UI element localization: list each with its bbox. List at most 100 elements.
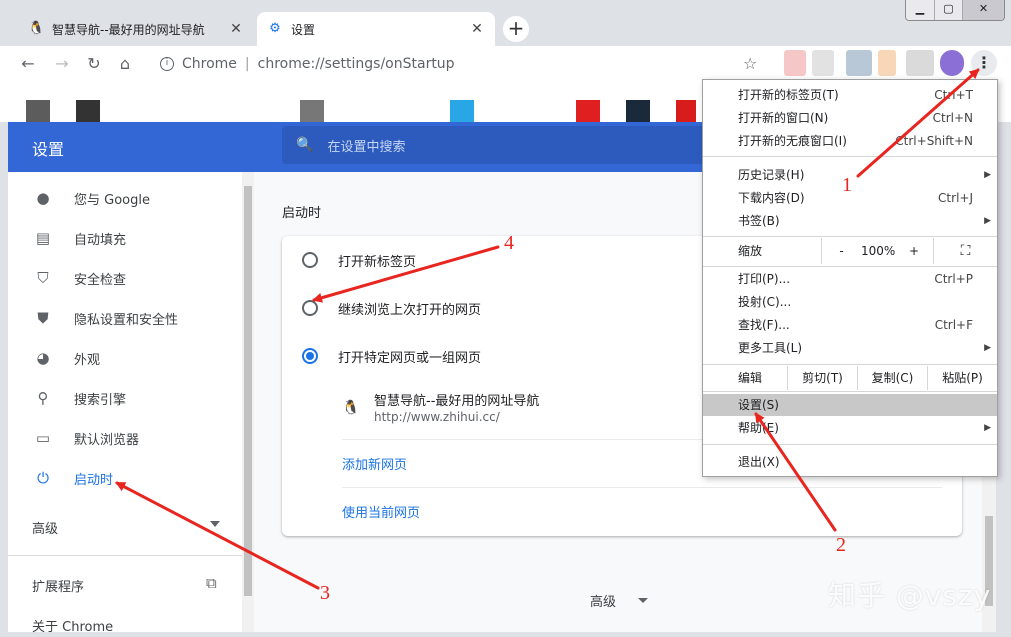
menu-item-help[interactable]: 帮助(E) ▶ xyxy=(703,417,997,439)
sidebar-divider xyxy=(8,555,242,556)
chrome-menu: 打开新的标签页(T) Ctrl+T 打开新的窗口(N) Ctrl+N 打开新的无痕窗… xyxy=(702,79,998,477)
reload-icon[interactable]: ↻ xyxy=(84,54,104,74)
settings-title: 设置 xyxy=(32,140,65,159)
sidebar-item-privacy[interactable]: ⛊ 隐私设置和安全性 xyxy=(8,298,242,338)
extension-icon[interactable] xyxy=(906,50,934,76)
extension-icon[interactable] xyxy=(784,50,806,76)
annotation-number: 3 xyxy=(320,582,330,604)
search-icon: ⚲ xyxy=(37,389,49,407)
bookmark-icon[interactable] xyxy=(76,100,100,122)
extension-icon[interactable] xyxy=(812,50,834,76)
close-icon[interactable]: ✕ xyxy=(469,21,485,37)
menu-zoom-row: 缩放 - 100% + ⛶ xyxy=(703,238,997,264)
tab-title: 智慧导航--最好用的网址导航 xyxy=(52,22,205,37)
edit-label: 编辑 xyxy=(738,371,763,385)
maximize-button[interactable]: ▢ xyxy=(934,0,962,20)
radio-label: 打开新标签页 xyxy=(338,254,417,270)
minimize-button[interactable]: ▁ xyxy=(906,0,934,20)
menu-item-exit[interactable]: 退出(X) xyxy=(703,451,997,473)
zoom-out-button[interactable]: - xyxy=(821,238,861,264)
home-icon[interactable]: ⌂ xyxy=(115,54,135,74)
back-icon[interactable]: ← xyxy=(18,54,38,74)
menu-item-new-tab[interactable]: 打开新的标签页(T) Ctrl+T xyxy=(703,84,997,106)
bookmark-icon[interactable] xyxy=(626,100,650,122)
paste-button[interactable]: 粘贴(P) xyxy=(927,366,997,390)
sidebar-item-autofill[interactable]: ▤ 自动填充 xyxy=(8,218,242,258)
site-info-icon[interactable]: i xyxy=(160,57,174,71)
tab-settings[interactable]: ⚙ 设置 ✕ xyxy=(257,12,495,46)
menu-label: 投射(C)... xyxy=(738,295,792,309)
menu-item-cast[interactable]: 投射(C)... xyxy=(703,291,997,313)
extension-icon[interactable] xyxy=(878,50,896,76)
profile-avatar[interactable] xyxy=(940,50,964,76)
sidebar-item-you-and-google[interactable]: ● 您与 Google xyxy=(8,178,242,218)
sidebar-item-label: 隐私设置和安全性 xyxy=(74,312,179,328)
sidebar-about-chrome[interactable]: 关于 Chrome xyxy=(32,616,113,635)
menu-item-print[interactable]: 打印(P)... Ctrl+P xyxy=(703,268,997,290)
sidebar-advanced[interactable]: 高级 xyxy=(32,518,58,537)
submenu-arrow-icon: ▶ xyxy=(984,170,991,180)
radio-button[interactable] xyxy=(302,252,318,268)
fullscreen-icon[interactable]: ⛶ xyxy=(933,238,997,264)
section-title: 启动时 xyxy=(282,206,322,221)
radio-label: 继续浏览上次打开的网页 xyxy=(338,302,482,318)
sidebar-item-label: 您与 Google xyxy=(74,192,150,208)
bookmark-icon[interactable] xyxy=(576,100,600,122)
menu-label: 帮助(E) xyxy=(738,421,779,435)
address-bar[interactable]: i Chrome | chrome://settings/onStartup xyxy=(150,50,772,78)
annotation-number: 2 xyxy=(836,534,846,556)
menu-item-more-tools[interactable]: 更多工具(L) ▶ xyxy=(703,337,997,359)
bookmark-icon[interactable] xyxy=(26,100,50,122)
menu-separator xyxy=(703,364,997,365)
radio-button[interactable] xyxy=(302,300,318,316)
chrome-menu-button[interactable]: ⋮ xyxy=(971,50,997,76)
menu-label: 打开新的标签页(T) xyxy=(738,88,839,102)
forward-icon[interactable]: → xyxy=(52,54,72,74)
cut-button[interactable]: 剪切(T) xyxy=(787,366,857,390)
new-tab-button[interactable]: + xyxy=(503,16,529,42)
power-icon: ⏻ xyxy=(37,469,49,487)
bookmark-icon[interactable] xyxy=(676,100,696,122)
settings-search-input[interactable]: 🔍 在设置中搜索 xyxy=(282,126,712,164)
sidebar-item-safety-check[interactable]: ⛉ 安全检查 xyxy=(8,258,242,298)
sidebar-scrollbar[interactable] xyxy=(242,172,254,632)
menu-edit-row: 编辑 剪切(T) 复制(C) 粘贴(P) xyxy=(703,366,997,390)
menu-separator xyxy=(703,156,997,157)
sidebar-item-on-startup[interactable]: ⏻ 启动时 xyxy=(8,458,242,498)
bookmark-icon[interactable] xyxy=(300,100,324,122)
menu-label: 打开新的窗口(N) xyxy=(738,111,829,125)
chevron-down-icon[interactable] xyxy=(210,521,220,527)
advanced-toggle[interactable]: 高级 xyxy=(590,591,616,610)
sidebar-item-default-browser[interactable]: ▭ 默认浏览器 xyxy=(8,418,242,458)
add-new-page-link[interactable]: 添加新网页 xyxy=(342,454,407,473)
menu-label: 退出(X) xyxy=(738,455,780,469)
menu-item-bookmarks[interactable]: 书签(B) ▶ xyxy=(703,210,997,232)
bookmark-star-icon[interactable]: ☆ xyxy=(743,54,757,73)
sidebar-item-label: 安全检查 xyxy=(74,272,127,288)
menu-shortcut: Ctrl+T xyxy=(934,88,973,102)
window-controls: ▁ ▢ ✕ xyxy=(905,0,1005,21)
menu-item-find[interactable]: 查找(F)... Ctrl+F xyxy=(703,314,997,336)
menu-item-settings[interactable]: 设置(S) xyxy=(703,394,997,416)
radio-button-checked[interactable] xyxy=(302,348,318,364)
scrollbar-thumb[interactable] xyxy=(244,186,252,596)
site-name: 智慧导航--最好用的网址导航 xyxy=(374,394,540,409)
menu-item-incognito[interactable]: 打开新的无痕窗口(I) Ctrl+Shift+N xyxy=(703,130,997,152)
chevron-down-icon[interactable] xyxy=(638,598,648,603)
window-close-button[interactable]: ✕ xyxy=(962,0,1004,20)
use-current-pages-link[interactable]: 使用当前网页 xyxy=(342,502,420,521)
zoom-label: 缩放 xyxy=(738,244,763,258)
extension-icon[interactable] xyxy=(846,50,872,76)
zoom-in-button[interactable]: + xyxy=(895,238,933,264)
clipboard-icon: ▤ xyxy=(35,229,51,247)
sidebar-extensions[interactable]: 扩展程序 xyxy=(32,576,84,595)
tab-zhihui[interactable]: 🐧 智慧导航--最好用的网址导航 ✕ xyxy=(18,12,254,46)
sidebar-item-appearance[interactable]: ◕ 外观 xyxy=(8,338,242,378)
copy-button[interactable]: 复制(C) xyxy=(857,366,927,390)
open-in-new-icon[interactable]: ⧉ xyxy=(206,574,217,592)
sidebar-item-label: 自动填充 xyxy=(74,232,127,248)
menu-item-new-window[interactable]: 打开新的窗口(N) Ctrl+N xyxy=(703,107,997,129)
close-icon[interactable]: ✕ xyxy=(228,21,244,37)
sidebar-item-search-engine[interactable]: ⚲ 搜索引擎 xyxy=(8,378,242,418)
bookmark-icon[interactable] xyxy=(450,100,474,122)
